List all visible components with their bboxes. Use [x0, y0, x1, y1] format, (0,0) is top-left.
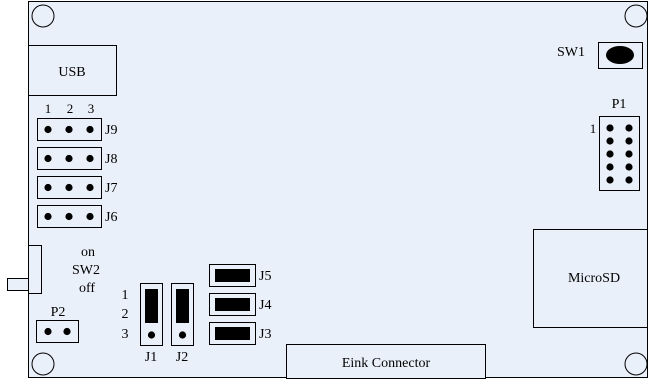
p1-pin [606, 150, 614, 158]
p1-pin [625, 137, 633, 145]
j8-pin [44, 154, 52, 163]
j2-jumper-cap [176, 289, 189, 323]
jumper-pin-label-3: 3 [122, 327, 129, 342]
p1-pin [606, 163, 614, 171]
sw2-off-label: off [79, 281, 95, 296]
j2-label: J2 [176, 350, 188, 365]
board-diagram: USB SW1 P1 1 1 2 3 J9 J8 J7 J6 on SW2 of… [7, 1, 648, 379]
sw1-button [606, 46, 634, 64]
j8-pin [86, 154, 94, 163]
p1-pin [606, 137, 614, 145]
j8-label: J8 [105, 152, 117, 167]
microsd-label: MicroSD [568, 271, 620, 286]
p2-label: P2 [51, 305, 66, 320]
p1-pin [625, 163, 633, 171]
j6-pin [86, 212, 94, 221]
j6-label: J6 [105, 210, 117, 225]
p2-header [36, 320, 79, 343]
j7-pin [44, 183, 52, 192]
p1-pin [625, 124, 633, 132]
p1-pin [606, 124, 614, 132]
j4-jumper-cap [215, 298, 250, 311]
j9-pin [65, 125, 73, 134]
p1-pin [625, 150, 633, 158]
sw2-on-label: on [81, 245, 95, 260]
pin-number-2: 2 [67, 101, 74, 116]
p1-pin-label: 1 [590, 121, 597, 136]
j1-pin [147, 331, 156, 339]
p2-pin [44, 327, 52, 336]
j9-pin [44, 125, 52, 134]
j2-pin [178, 331, 187, 339]
j8-pin [65, 154, 73, 163]
j5-jumper-cap [215, 269, 250, 282]
mounting-hole-bottom-right [624, 352, 648, 376]
mounting-hole-top-right [624, 4, 648, 28]
p1-pin [625, 176, 633, 184]
mounting-hole-bottom-left [31, 352, 55, 376]
p1-label: P1 [612, 97, 627, 112]
j3-jumper-cap [215, 327, 250, 340]
jumper-pin-label-1: 1 [122, 288, 129, 303]
sw2-name-label: SW2 [72, 263, 100, 278]
pin-number-3: 3 [88, 101, 95, 116]
j3-label: J3 [259, 327, 271, 342]
j5-label: J5 [259, 269, 271, 284]
mounting-hole-top-left [31, 4, 55, 28]
usb-label: USB [58, 65, 85, 80]
sw2-body [28, 245, 42, 294]
j7-pin [86, 183, 94, 192]
sw2-slider [7, 278, 30, 291]
p2-pin [63, 327, 71, 336]
j6-pin [44, 212, 52, 221]
j1-jumper-cap [145, 289, 158, 323]
p1-pin [606, 176, 614, 184]
j4-label: J4 [259, 298, 271, 313]
sw1-label: SW1 [557, 45, 585, 60]
j6-pin [65, 212, 73, 221]
eink-connector-label: Eink Connector [342, 356, 431, 371]
j9-label: J9 [105, 123, 117, 138]
jumper-pin-label-2: 2 [122, 307, 129, 322]
j1-label: J1 [145, 350, 157, 365]
j7-label: J7 [105, 181, 117, 196]
pin-number-1: 1 [45, 101, 52, 116]
j7-pin [65, 183, 73, 192]
j9-pin [86, 125, 94, 134]
p1-header [599, 116, 640, 191]
